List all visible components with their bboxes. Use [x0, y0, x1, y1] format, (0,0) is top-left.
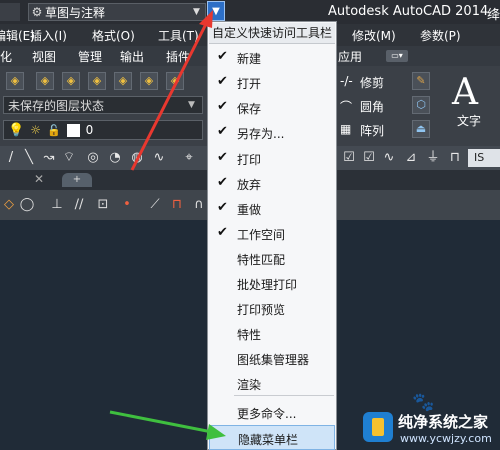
annotation-layer — [109, 10, 226, 440]
green-arrow — [109, 410, 226, 440]
red-arrow — [130, 10, 213, 171]
watermark-url: www.ycwjzy.com — [400, 432, 492, 445]
watermark-title: 纯净系统之家 — [398, 413, 489, 431]
watermark-logo — [363, 412, 393, 442]
watermark: 纯净系统之家 www.ycwjzy.com — [360, 408, 500, 450]
